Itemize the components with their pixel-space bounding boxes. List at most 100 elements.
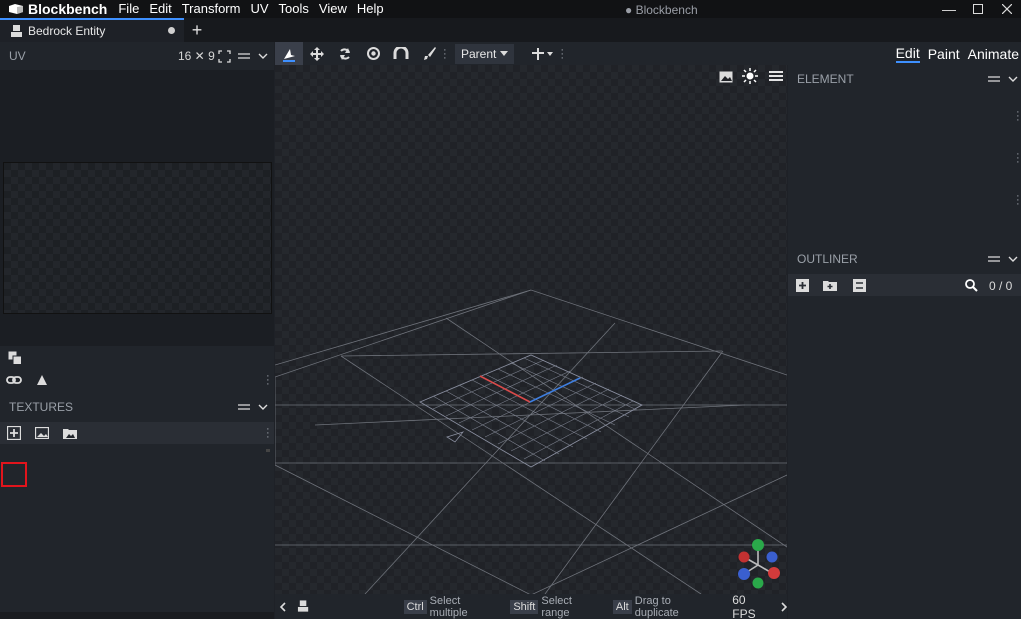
menu-file[interactable]: File (113, 0, 144, 18)
chevron-left-icon[interactable] (279, 601, 286, 612)
close-window-button[interactable] (991, 0, 1021, 18)
translate-tool-button[interactable] (303, 42, 331, 65)
collapse-groups-button[interactable] (849, 275, 869, 295)
image-folder-icon (63, 428, 77, 439)
axis-gizmo-icon[interactable] (734, 537, 784, 591)
import-texture-button[interactable] (4, 423, 24, 443)
tab-bar: Bedrock Entity + (0, 18, 1021, 42)
app-brand: Blockbench (0, 0, 113, 18)
more-options-icon[interactable]: · · · (1016, 191, 1020, 210)
load-texture-folder-button[interactable] (60, 423, 80, 443)
uv-texture-grid[interactable] (3, 162, 272, 314)
link-button[interactable] (4, 370, 24, 390)
outliner-panel-title: OUTLINER (797, 252, 858, 266)
mode-tabs: Edit Paint Animate (895, 42, 1019, 65)
entity-icon (11, 24, 22, 37)
drag-handle-icon[interactable] (238, 52, 250, 60)
minimize-icon: — (942, 1, 956, 17)
pivot-mode-select[interactable]: Parent (455, 43, 515, 64)
copy-icon (8, 351, 22, 365)
status-bar: Ctrl Select multiple Shift Select range … (275, 593, 787, 619)
chevron-down-icon[interactable] (258, 53, 268, 60)
textures-panel-header: TEXTURES (0, 393, 274, 421)
uv-size[interactable]: 16 ✕ 9 (178, 49, 215, 63)
lighting-button[interactable] (740, 66, 760, 86)
drag-handle-icon[interactable] (988, 75, 1000, 83)
menu-bar: Blockbench File Edit Transform UV Tools … (0, 0, 1021, 18)
element-panel-header: ELEMENT (788, 65, 1021, 93)
warning-button[interactable] (32, 370, 52, 390)
paint-brush-button[interactable] (415, 42, 443, 65)
rotate-tool-button[interactable] (331, 42, 359, 65)
viewport-menu-button[interactable] (766, 66, 786, 86)
shift-key: Shift (510, 599, 539, 614)
chevron-down-icon[interactable] (1008, 76, 1018, 83)
textures-panel-title: TEXTURES (9, 400, 74, 414)
vertex-snap-button[interactable] (387, 42, 415, 65)
triangle-icon (37, 375, 47, 385)
more-options-icon[interactable]: · · · (1016, 149, 1020, 168)
outliner-count: 0 / 0 (989, 279, 1013, 293)
arrows-move-icon (310, 46, 324, 61)
search-icon (964, 278, 978, 292)
list-icon (852, 278, 866, 292)
menu-help[interactable]: Help (352, 0, 389, 18)
3d-viewport[interactable] (275, 65, 787, 594)
mode-tab-paint[interactable]: Paint (928, 46, 960, 62)
drag-handle-icon[interactable] (988, 255, 1000, 263)
drag-handle-icon[interactable] (238, 403, 250, 411)
chevron-right-icon[interactable] (780, 601, 787, 612)
outliner-panel-header: OUTLINER (788, 245, 1021, 273)
screenshot-button[interactable] (716, 67, 736, 87)
menu-tools[interactable]: Tools (274, 0, 314, 18)
maximize-button[interactable] (962, 0, 994, 18)
more-options-icon[interactable]: · · · (1016, 107, 1020, 126)
image-icon (719, 71, 733, 83)
menu-view[interactable]: View (314, 0, 352, 18)
more-options-icon[interactable]: · · · (266, 424, 270, 443)
uv-panel-title: UV (9, 49, 26, 63)
pivot-mode-value: Parent (461, 46, 497, 61)
menu-uv[interactable]: UV (245, 0, 273, 18)
left-sidebar: UV 16 ✕ 9 · · · TEXTURES · · · (0, 42, 274, 619)
minimize-button[interactable]: — (933, 0, 965, 18)
taskbar-peek (0, 612, 274, 619)
alt-hint: Drag to duplicate (634, 594, 679, 619)
scroll-marker (266, 449, 270, 452)
magnet-icon (393, 46, 409, 59)
tab-label: Bedrock Entity (28, 24, 106, 38)
mode-tab-animate[interactable]: Animate (968, 46, 1019, 62)
add-cube-button[interactable] (792, 275, 812, 295)
app-name: Blockbench (28, 1, 108, 17)
ctrl-hint: Select multiple (429, 594, 468, 619)
target-icon (366, 47, 380, 60)
menu-transform[interactable]: Transform (177, 0, 246, 18)
menu-edit[interactable]: Edit (144, 0, 176, 18)
fullscreen-icon[interactable] (218, 49, 231, 63)
window-title: ● Blockbench (625, 3, 698, 17)
copy-uv-button[interactable] (5, 348, 25, 368)
new-tab-button[interactable]: + (188, 18, 206, 42)
move-tool-button[interactable] (275, 42, 303, 65)
link-icon (6, 376, 22, 384)
brush-icon (423, 47, 436, 60)
add-group-button[interactable] (820, 275, 840, 295)
search-button[interactable] (961, 275, 981, 295)
transform-space-button[interactable] (526, 42, 560, 65)
chevron-down-icon[interactable] (258, 404, 268, 411)
rotate-icon (340, 47, 350, 60)
unsaved-dot-icon[interactable] (168, 27, 175, 34)
tab-bedrock-entity[interactable]: Bedrock Entity (0, 18, 184, 42)
cursor-move-icon (283, 48, 295, 62)
plus-icon: + (191, 19, 203, 40)
entity-icon[interactable] (297, 600, 309, 613)
add-box-icon (795, 278, 809, 292)
create-texture-button[interactable] (32, 423, 52, 443)
caret-down-icon (500, 51, 509, 56)
pivot-tool-button[interactable] (359, 42, 387, 65)
uv-editor[interactable] (0, 70, 274, 346)
mode-tab-edit[interactable]: Edit (895, 45, 920, 63)
import-texture-highlight (1, 462, 27, 487)
chevron-down-icon[interactable] (1008, 256, 1018, 263)
more-options-icon[interactable]: · · · (266, 371, 270, 390)
